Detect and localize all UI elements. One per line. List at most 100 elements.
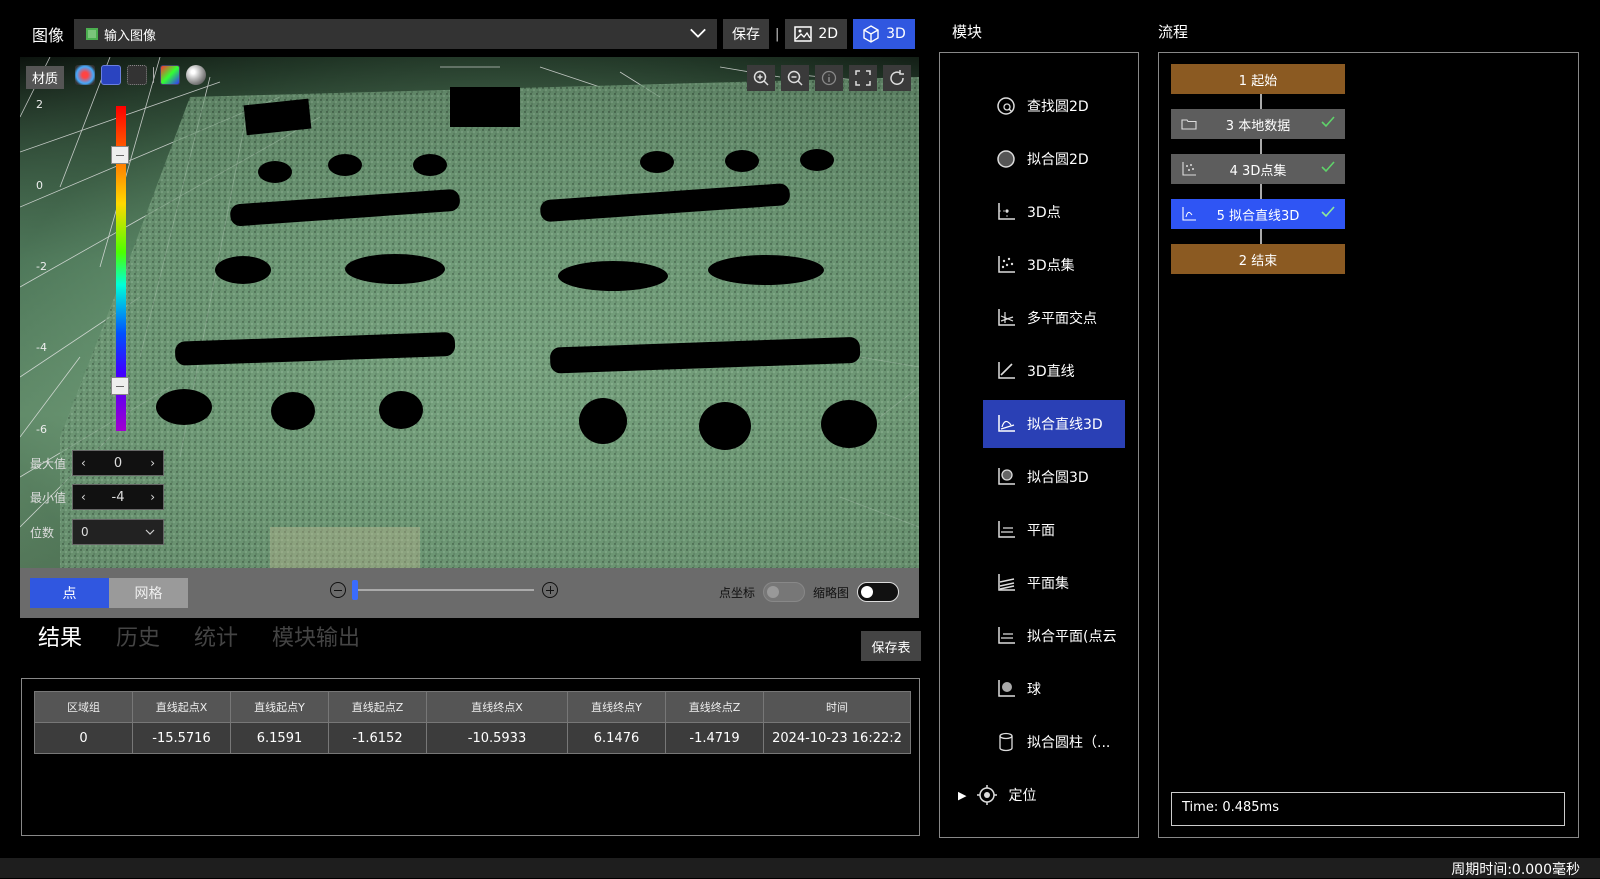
zoom-minus-icon[interactable]: [330, 582, 346, 598]
module-item-fit-circle-3d[interactable]: 拟合圆3D: [983, 453, 1125, 501]
flow-node-local-data[interactable]: 3 本地数据: [1171, 109, 1345, 139]
module-item-fit-cylinder[interactable]: 拟合圆柱（...: [983, 718, 1125, 766]
toolbar-separator: |: [775, 26, 780, 42]
zoom-in-icon[interactable]: [747, 65, 775, 91]
point-set-3d-icon: [1182, 162, 1196, 176]
increment-icon[interactable]: ›: [150, 490, 155, 504]
tab-history[interactable]: 历史: [116, 620, 160, 652]
tool-separator: [153, 67, 154, 83]
decrement-icon[interactable]: ‹: [81, 490, 86, 504]
fit-plane-icon: [998, 627, 1015, 644]
zoom-slider-knob[interactable]: [352, 580, 358, 600]
table-cell: 6.1591: [230, 722, 329, 754]
scale-tick: -4: [36, 341, 47, 354]
tab-module-output[interactable]: 模块输出: [272, 620, 360, 652]
max-value-label: 最大值: [30, 456, 67, 471]
decrement-icon[interactable]: ‹: [81, 456, 86, 470]
point-3d-icon: [998, 203, 1015, 220]
max-value-row: 最大值 ‹ 0 ›: [30, 450, 164, 476]
module-item-fit-circle-2d[interactable]: 拟合圆2D: [983, 135, 1125, 183]
module-label: 拟合圆3D: [1027, 470, 1089, 486]
save-button[interactable]: 保存: [723, 19, 769, 49]
flow-node-end[interactable]: 2 结束: [1171, 244, 1345, 274]
min-value-stepper[interactable]: ‹ -4 ›: [72, 484, 164, 510]
table-cell: 0: [34, 722, 133, 754]
table-cell: -1.6152: [328, 722, 427, 754]
module-item-plane[interactable]: 平面: [983, 506, 1125, 554]
table-row[interactable]: 0 -15.5716 6.1591 -1.6152 -10.5933 6.147…: [34, 722, 911, 754]
module-label: 3D直线: [1027, 364, 1075, 380]
view-tools: [747, 65, 911, 91]
tab-results[interactable]: 结果: [38, 620, 82, 652]
zoom-out-icon[interactable]: [781, 65, 809, 91]
sphere-shading-icon[interactable]: [186, 65, 206, 85]
bits-select[interactable]: 0: [72, 519, 164, 545]
target-icon: [977, 785, 998, 805]
info-icon[interactable]: [815, 65, 843, 91]
color-by-height-icon[interactable]: [75, 65, 95, 85]
check-icon: [1321, 116, 1335, 128]
viewer-controls: 点 网格 点坐标 缩略图: [20, 568, 919, 618]
column-header[interactable]: 直线起点X: [132, 691, 231, 723]
colorbar-min-handle[interactable]: [111, 376, 129, 395]
max-value-stepper[interactable]: ‹ 0 ›: [72, 450, 164, 476]
column-header[interactable]: 直线终点Z: [665, 691, 764, 723]
module-item-multi-plane-intersection[interactable]: 多平面交点: [983, 294, 1125, 342]
module-item-fit-plane[interactable]: 拟合平面(点云: [983, 612, 1125, 660]
flow-node-label: 4 3D点集: [1229, 163, 1287, 179]
module-item-plane-set[interactable]: 平面集: [983, 559, 1125, 607]
flow-node-fit-line-3d[interactable]: 5 拟合直线3D: [1171, 199, 1345, 229]
column-header[interactable]: 时间: [763, 691, 911, 723]
module-label: 查找圆2D: [1027, 99, 1089, 115]
module-item-find-circle-2d[interactable]: 查找圆2D: [983, 82, 1125, 130]
material-label: 材质: [26, 66, 65, 89]
module-item-point-3d[interactable]: 3D点: [983, 188, 1125, 236]
point-set-3d-icon: [998, 256, 1015, 273]
points-mode-button[interactable]: 点: [30, 578, 109, 608]
rgb-color-icon[interactable]: [160, 65, 180, 85]
expand-arrow-icon[interactable]: ▶: [958, 789, 966, 802]
module-item-point-set-3d[interactable]: 3D点集: [983, 241, 1125, 289]
image-title: 图像: [32, 26, 65, 45]
line-3d-icon: [998, 362, 1015, 379]
fullscreen-icon[interactable]: [849, 65, 877, 91]
reset-view-icon[interactable]: [883, 65, 911, 91]
render-mode-toggle: 点 网格: [30, 578, 188, 608]
flow-node-start[interactable]: 1 起始: [1171, 64, 1345, 94]
module-item-line-3d[interactable]: 3D直线: [983, 347, 1125, 395]
module-label: 拟合圆2D: [1027, 152, 1089, 168]
point-coords-toggle[interactable]: [762, 582, 805, 602]
mesh-mode-button[interactable]: 网格: [109, 578, 188, 608]
column-header[interactable]: 直线终点X: [426, 691, 568, 723]
increment-icon[interactable]: ›: [150, 456, 155, 470]
tab-statistics[interactable]: 统计: [194, 620, 238, 652]
table-cell: -15.5716: [132, 722, 231, 754]
column-header[interactable]: 直线起点Z: [328, 691, 427, 723]
flow-node-point-set-3d[interactable]: 4 3D点集: [1171, 154, 1345, 184]
grid-texture-icon[interactable]: [127, 65, 147, 85]
image-source-select[interactable]: 输入图像: [74, 19, 717, 49]
mode-3d-button[interactable]: 3D: [853, 19, 915, 49]
module-label: 平面集: [1027, 576, 1069, 592]
modules-title: 模块: [952, 23, 983, 41]
thumbnail-toggle[interactable]: [857, 582, 899, 602]
point-cloud-viewer[interactable]: 材质 2 0 -2 -4 -6 最大值 ‹ 0 › 最小值 ‹ -4 › 位数 …: [20, 57, 919, 568]
gray-shading-icon[interactable]: [101, 65, 121, 85]
module-item-fit-line-3d[interactable]: 拟合直线3D: [983, 400, 1125, 448]
column-header[interactable]: 区域组: [34, 691, 133, 723]
column-header[interactable]: 直线终点Y: [567, 691, 666, 723]
module-item-sphere[interactable]: 球: [983, 665, 1125, 713]
zoom-plus-icon[interactable]: [542, 582, 558, 598]
plane-icon: [998, 521, 1015, 538]
mode-2d-button[interactable]: 2D: [785, 19, 848, 49]
find-circle-2d-icon: [997, 97, 1015, 115]
mode-2d-label: 2D: [818, 26, 839, 42]
column-header[interactable]: 直线起点Y: [230, 691, 329, 723]
table-cell: 2024-10-23 16:22:2: [763, 722, 911, 754]
zoom-slider[interactable]: [352, 580, 534, 600]
save-table-button[interactable]: 保存表: [861, 631, 921, 661]
module-group-positioning[interactable]: ▶ 定位: [946, 771, 1131, 819]
colorbar-max-handle[interactable]: [111, 145, 129, 164]
viewer-toggles: 点坐标 缩略图: [719, 582, 899, 602]
max-value: 0: [113, 455, 123, 471]
